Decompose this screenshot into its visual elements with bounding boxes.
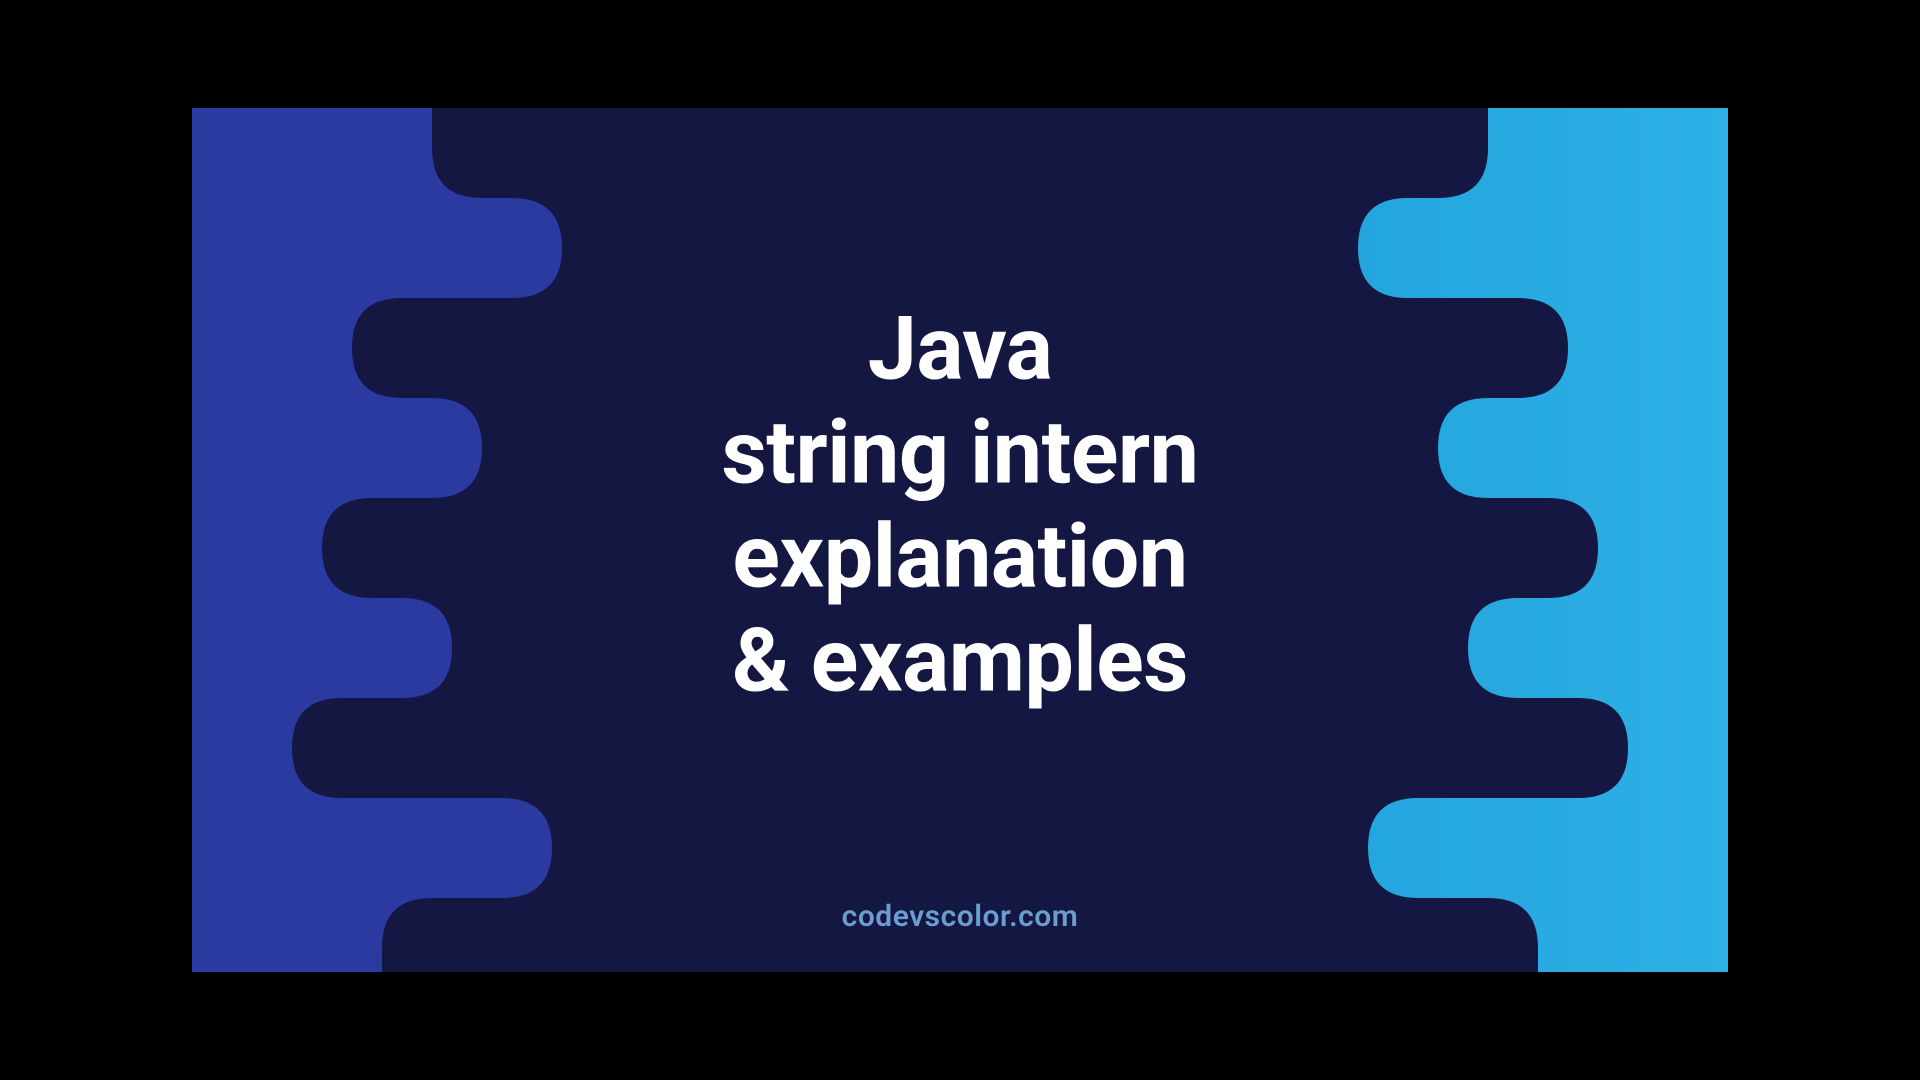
title-line-3: explanation (510, 505, 1410, 609)
title-line-4: & examples (510, 609, 1410, 713)
title-line-1: Java (510, 298, 1410, 402)
main-title: Java string intern explanation & example… (510, 298, 1410, 713)
credit-text: codevscolor.com (842, 899, 1079, 934)
banner-canvas: Java string intern explanation & example… (192, 108, 1728, 972)
title-line-2: string intern (510, 402, 1410, 506)
